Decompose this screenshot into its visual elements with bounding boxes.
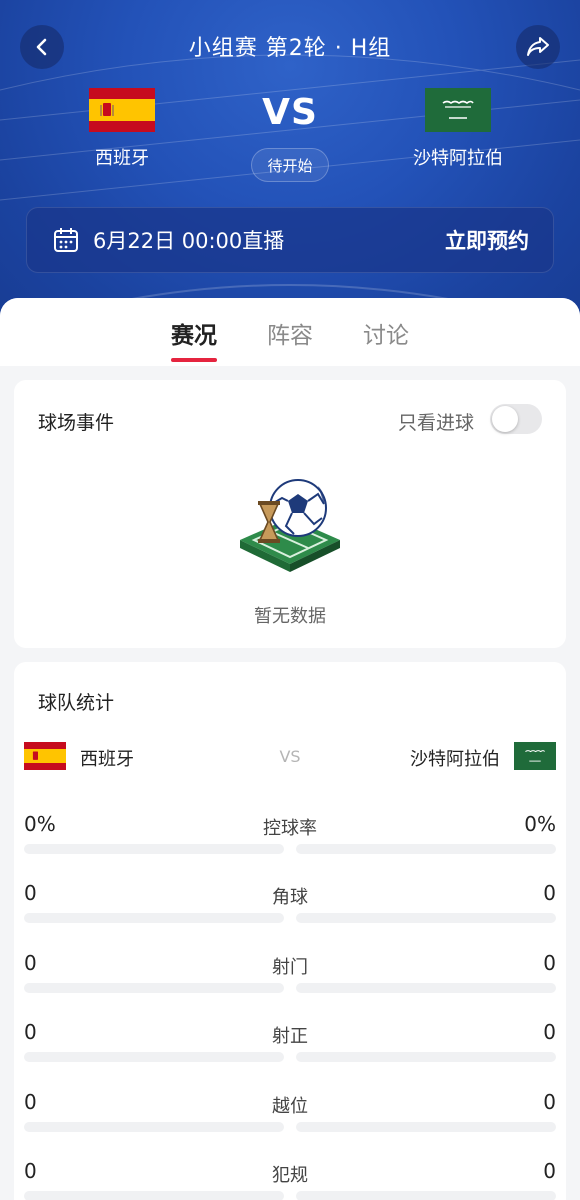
team-stats-card: 球队统计 西班牙 VS 沙特阿拉伯 0% 控球率 0% 0 角球 0 0 射门 … (14, 662, 566, 1200)
stat-home-bar (24, 983, 284, 993)
away-team-name: 沙特阿拉伯 (413, 148, 503, 169)
away-team[interactable]: 沙特阿拉伯 (388, 88, 528, 170)
stat-home-bar (24, 1052, 284, 1062)
tab-lineup[interactable]: 阵容 (267, 316, 313, 362)
stats-teams-row: 西班牙 VS 沙特阿拉伯 (24, 742, 556, 774)
stat-label: 射正 (272, 1026, 308, 1047)
stat-away-bar (296, 844, 556, 854)
stat-away-bar (296, 913, 556, 923)
broadcast-bar: 6月22日 00:00直播 立即预约 (26, 207, 554, 273)
stat-away-value: 0 (543, 881, 556, 905)
only-goals-label: 只看进球 (397, 412, 474, 434)
stats-title: 球队统计 (38, 692, 115, 714)
share-icon (527, 37, 549, 56)
stat-away-bar (296, 1122, 556, 1132)
stat-away-value: 0 (543, 951, 556, 975)
tab-bar: 赛况 阵容 讨论 (0, 298, 580, 366)
stat-row-corners: 0 角球 0 (24, 881, 556, 923)
broadcast-time: 6月22日 00:00直播 (93, 229, 285, 253)
events-title: 球场事件 (38, 412, 115, 434)
stat-away-value: 0 (543, 1159, 556, 1183)
match-events-card: 球场事件 只看进球 暂无数据 (14, 380, 566, 648)
page-title: 小组赛 第2轮 · H组 (188, 36, 392, 61)
stats-away-team: 沙特阿拉伯 (410, 749, 500, 770)
only-goals-toggle[interactable] (490, 404, 542, 434)
reserve-button[interactable]: 立即预约 (445, 225, 529, 255)
empty-football-icon (240, 479, 340, 572)
stat-row-shots: 0 射门 0 (24, 951, 556, 993)
empty-data-text: 暂无数据 (254, 606, 326, 627)
home-team-name: 西班牙 (95, 148, 149, 169)
share-button[interactable] (516, 25, 560, 69)
match-header: 小组赛 第2轮 · H组 西班牙 VS 待开始 沙特阿拉伯 6月22日 00:0… (0, 0, 580, 330)
stat-row-fouls: 0 犯规 0 (24, 1159, 556, 1200)
stat-home-bar (24, 1122, 284, 1132)
content-sheet: 赛况 阵容 讨论 球场事件 只看进球 暂无数据 球队统计 西班牙 VS 沙特阿拉… (0, 298, 580, 1200)
stat-row-shots-on-target: 0 射正 0 (24, 1020, 556, 1062)
stat-home-bar (24, 844, 284, 854)
stat-away-value: 0% (524, 812, 556, 836)
stat-home-bar (24, 1191, 284, 1200)
stat-label: 射门 (272, 957, 308, 978)
stat-row-offsides: 0 越位 0 (24, 1090, 556, 1132)
stat-away-value: 0 (543, 1090, 556, 1114)
tab-live[interactable]: 赛况 (171, 316, 217, 362)
toggle-knob (492, 406, 518, 432)
tab-discussion[interactable]: 讨论 (363, 316, 409, 362)
stat-home-bar (24, 913, 284, 923)
stat-label: 越位 (272, 1096, 308, 1117)
calendar-icon (54, 228, 78, 252)
stat-away-bar (296, 1052, 556, 1062)
stat-away-value: 0 (543, 1020, 556, 1044)
stat-label: 控球率 (263, 818, 317, 839)
stat-label: 角球 (272, 887, 308, 908)
saudi-flag-icon (425, 88, 491, 132)
stat-away-bar (296, 1191, 556, 1200)
stat-row-possession: 0% 控球率 0% (24, 812, 556, 854)
match-status-badge: 待开始 (251, 148, 329, 182)
saudi-flag-icon (514, 742, 556, 770)
stat-label: 犯规 (272, 1165, 308, 1186)
stat-away-bar (296, 983, 556, 993)
